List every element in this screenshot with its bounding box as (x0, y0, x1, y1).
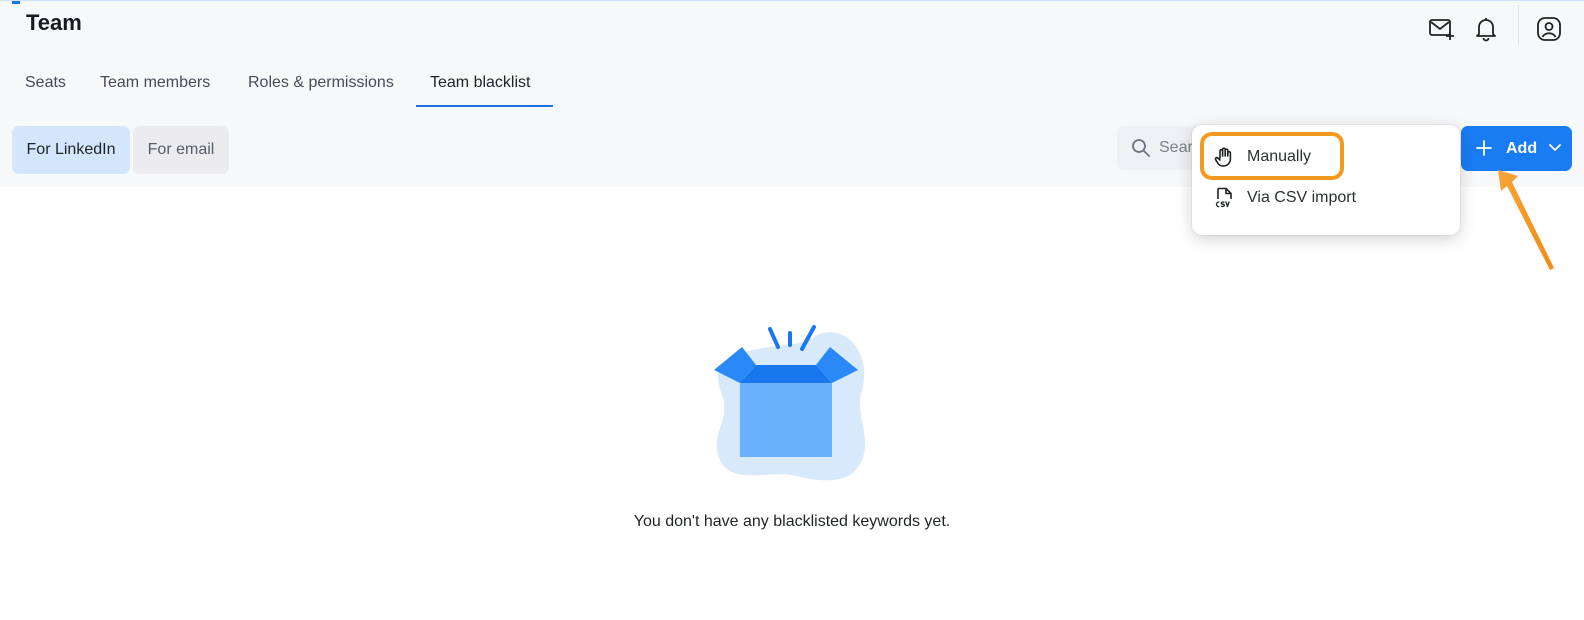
bell-icon[interactable] (1470, 13, 1502, 45)
segment-for-email[interactable]: For email (133, 126, 229, 174)
top-accent-bar (12, 1, 20, 4)
search-icon (1131, 138, 1151, 163)
tab-team-blacklist[interactable]: Team blacklist (430, 61, 530, 107)
menu-item-label: Manually (1247, 148, 1312, 165)
empty-box-illustration (714, 325, 866, 481)
hand-icon (1212, 145, 1236, 169)
add-dropdown-menu: Manually Via CSV import (1192, 125, 1460, 235)
mail-plus-icon[interactable] (1426, 13, 1458, 45)
menu-item-manually[interactable]: Manually (1200, 137, 1452, 177)
segment-for-linkedin[interactable]: For LinkedIn (12, 126, 130, 174)
plus-icon (1474, 138, 1494, 163)
add-button-label: Add (1506, 140, 1538, 157)
add-button[interactable]: Add (1461, 126, 1572, 171)
tab-roles-permissions[interactable]: Roles & permissions (248, 61, 394, 107)
menu-item-csv-import[interactable]: Via CSV import (1200, 178, 1452, 218)
page-title: Team (26, 10, 82, 35)
header-divider (1518, 5, 1519, 45)
csv-file-icon (1212, 186, 1236, 210)
user-circle-icon[interactable] (1533, 13, 1565, 45)
active-tab-indicator (416, 105, 553, 107)
empty-state-message: You don't have any blacklisted keywords … (633, 513, 951, 530)
menu-item-label: Via CSV import (1247, 189, 1357, 206)
tab-seats[interactable]: Seats (25, 61, 66, 107)
chevron-down-icon[interactable] (1547, 141, 1563, 160)
tab-team-members[interactable]: Team members (100, 61, 210, 107)
